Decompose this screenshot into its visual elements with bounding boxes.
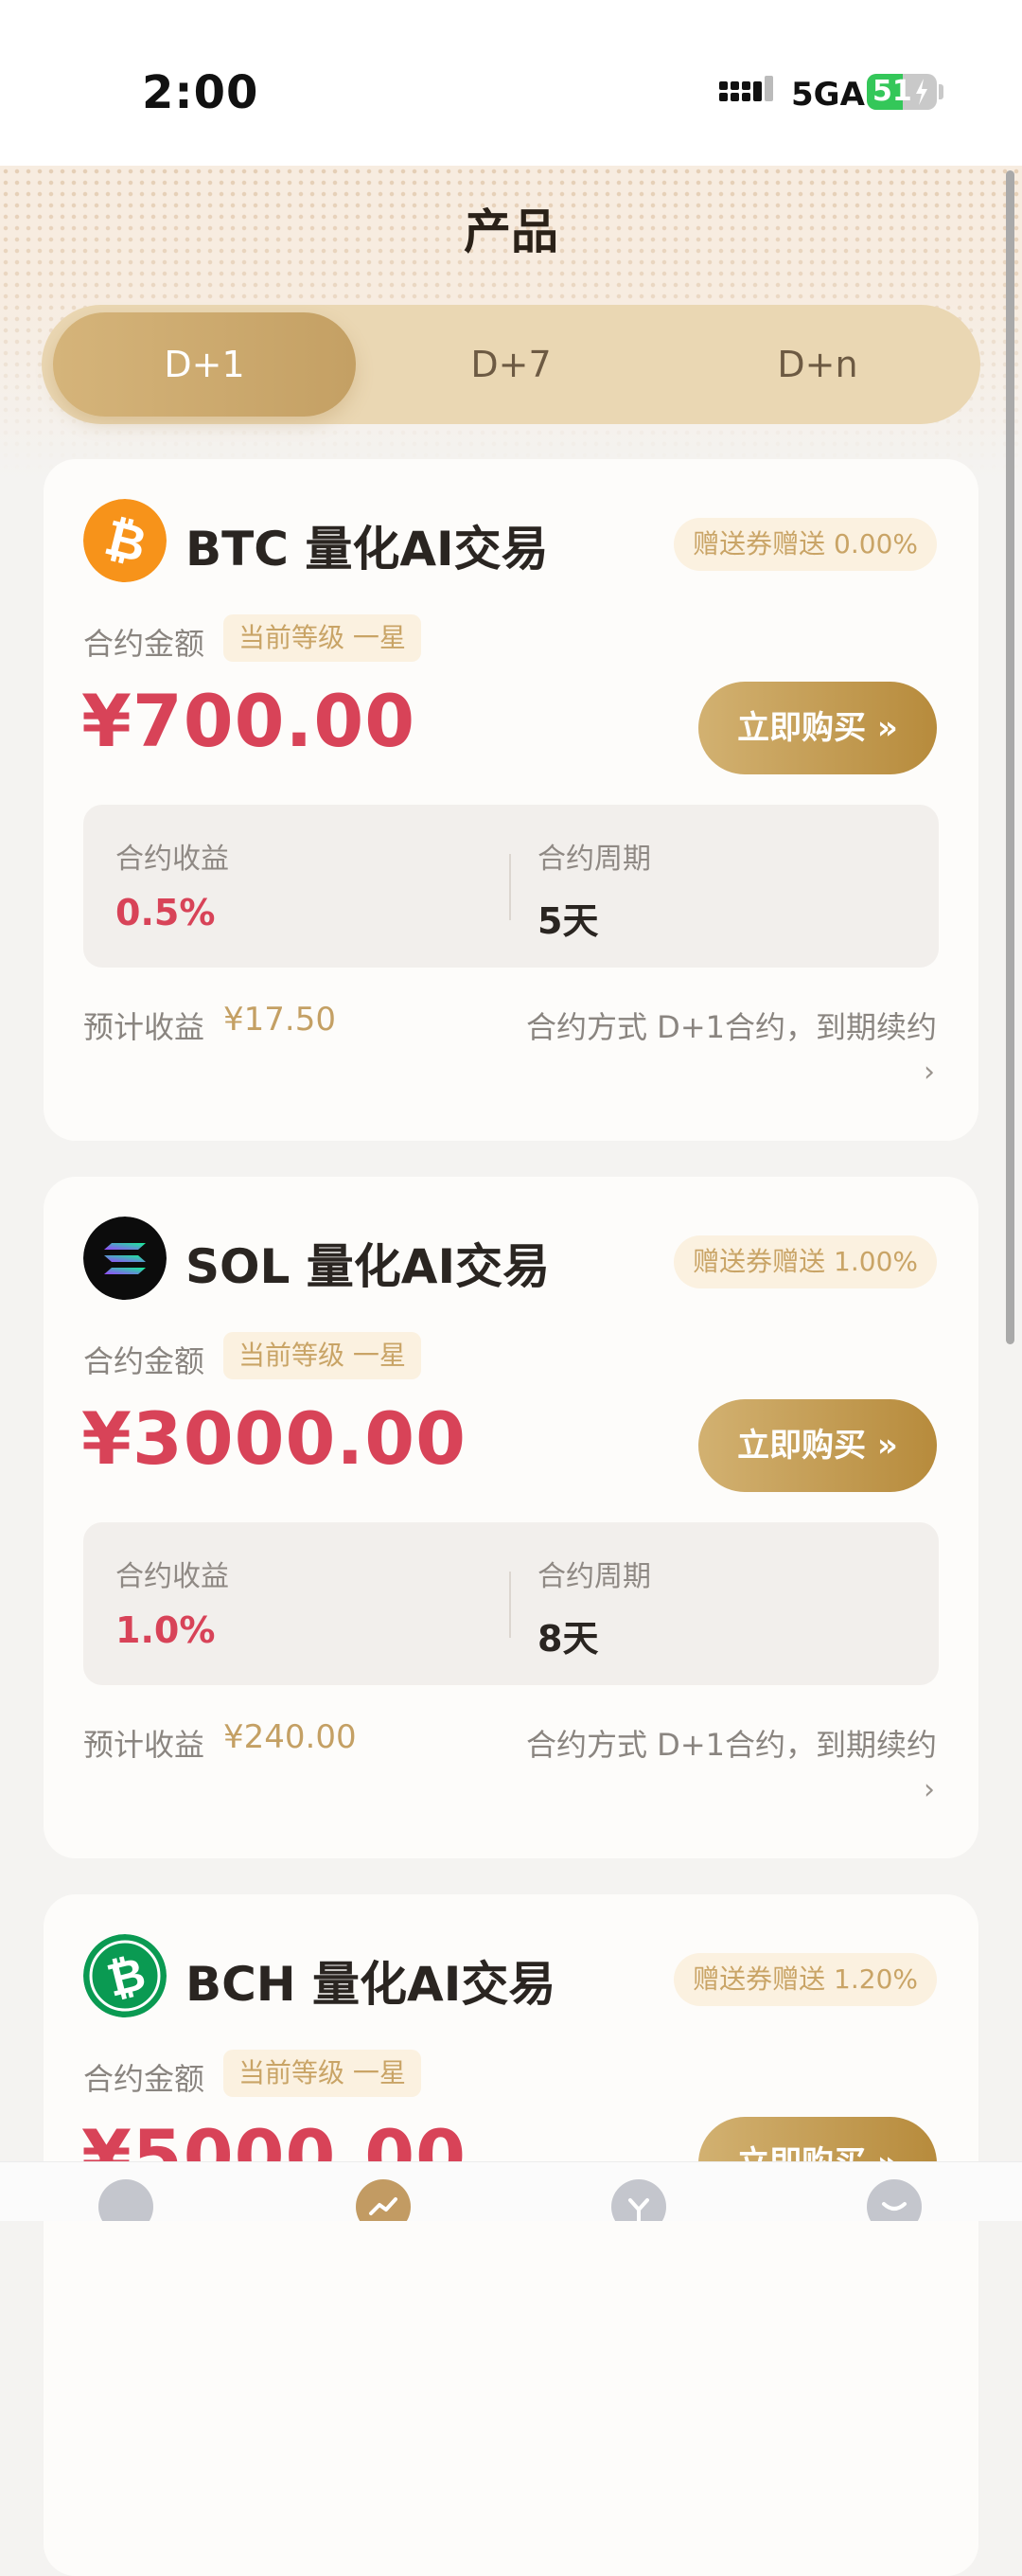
level-badge: 当前等级 一星 — [223, 614, 421, 662]
status-time: 2:00 — [142, 66, 259, 119]
battery-icon: 51 — [867, 74, 937, 110]
product-card-btc: ₿ BTC 量化AI交易 赠送券赠送 0.00% 合约金额 当前等级 一星 ¥7… — [44, 459, 978, 1141]
battery-percent: 51 — [872, 75, 912, 108]
bitcoin-icon: ₿ — [83, 499, 167, 582]
status-bar: 2:00 5GA 51 — [0, 0, 1022, 166]
bonus-badge: 赠送券赠送 0.00% — [674, 518, 937, 571]
tab-dn[interactable]: D+n — [666, 312, 969, 417]
period-value: 8天 — [537, 1618, 599, 1660]
product-title: BCH 量化AI交易 — [185, 1957, 556, 2012]
estimated-earnings-value: ¥17.50 — [223, 1001, 336, 1039]
product-card-sol: SOL 量化AI交易 赠送券赠送 1.00% 合约金额 当前等级 一星 ¥300… — [44, 1177, 978, 1858]
signal-icon — [719, 76, 773, 101]
page-title: 产品 — [464, 204, 558, 259]
bonus-badge: 赠送券赠送 1.20% — [674, 1953, 937, 2006]
amount-label: 合约金额 — [83, 626, 205, 662]
product-title: BTC 量化AI交易 — [185, 522, 549, 577]
scrollbar[interactable] — [1006, 170, 1014, 1344]
info-divider — [509, 854, 511, 920]
estimated-earnings-label: 预计收益 — [83, 1727, 205, 1763]
level-badge: 当前等级 一星 — [223, 2050, 421, 2097]
period-value: 5天 — [537, 900, 599, 942]
chevron-right-icon[interactable]: › — [924, 1773, 935, 1806]
info-divider — [509, 1572, 511, 1638]
home-icon[interactable] — [98, 2179, 153, 2221]
contract-price: ¥3000.00 — [81, 1396, 467, 1481]
bitcoin-cash-icon: ₿ — [83, 1934, 167, 2017]
tab-d1[interactable]: D+1 — [53, 312, 356, 417]
period-label: 合约周期 — [537, 1560, 651, 1593]
profile-icon[interactable] — [867, 2179, 922, 2221]
product-title: SOL 量化AI交易 — [185, 1239, 551, 1294]
charging-bolt-icon — [916, 79, 927, 105]
estimated-earnings-label: 预计收益 — [83, 1009, 205, 1045]
contract-price: ¥700.00 — [81, 679, 416, 763]
contract-method[interactable]: 合约方式 D+1合约，到期续约 — [526, 1004, 937, 1047]
rate-label: 合约收益 — [115, 843, 229, 876]
bonus-badge: 赠送券赠送 1.00% — [674, 1235, 937, 1288]
contract-info-box: 合约收益 0.5% 合约周期 5天 — [83, 805, 939, 968]
amount-label: 合约金额 — [83, 2061, 205, 2097]
tab-d7[interactable]: D+7 — [360, 312, 662, 417]
amount-label: 合约金额 — [83, 1343, 205, 1379]
contract-info-box: 合约收益 1.0% 合约周期 8天 — [83, 1522, 939, 1685]
period-label: 合约周期 — [537, 843, 651, 876]
contract-method[interactable]: 合约方式 D+1合约，到期续约 — [526, 1721, 937, 1765]
level-badge: 当前等级 一星 — [223, 1332, 421, 1379]
network-label: 5GA — [791, 76, 865, 114]
exchange-icon[interactable] — [611, 2179, 666, 2221]
solana-icon — [83, 1217, 167, 1300]
buy-now-button[interactable]: 立即购买 » — [698, 1399, 937, 1492]
buy-now-button[interactable]: 立即购买 » — [698, 682, 937, 774]
rate-value: 1.0% — [115, 1609, 216, 1651]
rate-value: 0.5% — [115, 892, 216, 933]
product-chart-icon[interactable] — [356, 2179, 411, 2221]
bottom-nav — [0, 2161, 1022, 2221]
estimated-earnings-value: ¥240.00 — [223, 1718, 357, 1756]
product-card-bch: ₿ BCH 量化AI交易 赠送券赠送 1.20% 合约金额 当前等级 一星 ¥5… — [44, 1894, 978, 2576]
rate-label: 合约收益 — [115, 1560, 229, 1593]
battery-cap — [939, 84, 943, 99]
chevron-right-icon[interactable]: › — [924, 1056, 935, 1089]
period-tab-bar: D+1 D+7 D+n — [42, 305, 980, 424]
